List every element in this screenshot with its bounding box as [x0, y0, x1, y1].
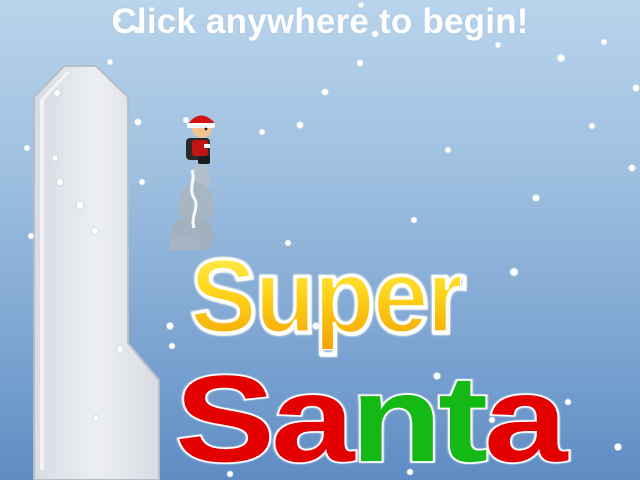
logo-letter-1: a: [269, 349, 356, 480]
santa-icon: [183, 115, 215, 164]
logo-letter-2: n: [349, 349, 445, 480]
logo-letter-4: a: [482, 349, 569, 480]
logo-santa: Santa: [173, 330, 640, 480]
start-prompt: Click anywhere to begin!: [111, 2, 529, 41]
santa-player: [170, 115, 215, 250]
logo-letter-0: S: [173, 349, 277, 480]
game-canvas[interactable]: Click anywhere to begin! Super Santa: [0, 0, 640, 480]
logo-letter-3: t: [436, 349, 490, 480]
